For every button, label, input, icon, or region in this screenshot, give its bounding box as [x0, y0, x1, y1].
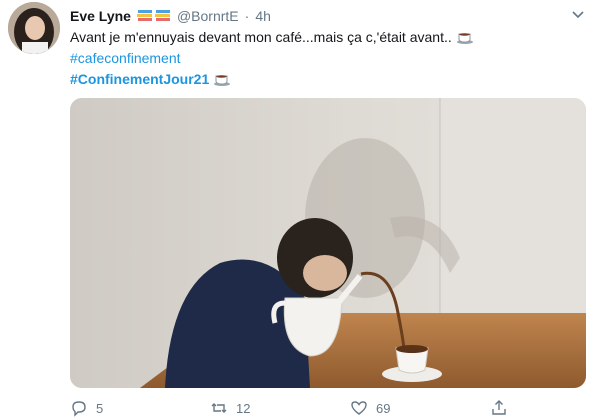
book-stack-emoji-icon	[136, 10, 152, 21]
tweet-header: Eve Lyne @BornrtE · 4h	[70, 6, 588, 26]
reply-button[interactable]: 5	[70, 399, 210, 417]
tweet-text: Avant je m'ennuyais devant mon café...ma…	[70, 29, 452, 45]
reply-icon	[72, 401, 86, 417]
hashtag-confinementjour21[interactable]: #ConfinementJour21	[70, 71, 209, 87]
coffee-emoji-icon	[214, 75, 231, 86]
avatar[interactable]	[8, 2, 60, 54]
separator: ·	[244, 8, 250, 24]
retweet-count: 12	[236, 400, 251, 416]
retweet-button[interactable]: 12	[210, 399, 350, 417]
timestamp[interactable]: 4h	[255, 8, 271, 24]
reply-count: 5	[96, 400, 104, 416]
tweet-photo[interactable]	[70, 98, 586, 388]
tweet-text-line: Avant je m'ennuyais devant mon café...ma…	[70, 27, 474, 47]
book-stack-emoji-icon	[154, 10, 170, 21]
like-button[interactable]: 69	[350, 399, 490, 417]
chevron-down-icon[interactable]	[570, 6, 586, 22]
avatar-photo	[8, 2, 60, 54]
action-bar: 5 12 69	[70, 398, 530, 418]
author-name[interactable]: Eve Lyne	[70, 8, 131, 24]
photo-man-pouring-coffee	[70, 98, 586, 388]
heart-icon	[351, 401, 367, 415]
share-button[interactable]	[490, 399, 530, 417]
name-badges	[136, 9, 171, 23]
retweet-icon	[211, 403, 227, 413]
like-count: 69	[376, 400, 391, 416]
hashtag-line-2: #ConfinementJour21	[70, 69, 231, 89]
hashtag-cafeconfinement[interactable]: #cafeconfinement	[70, 48, 181, 68]
share-icon	[492, 400, 506, 415]
coffee-emoji-icon	[456, 33, 473, 44]
handle[interactable]: @BornrtE	[177, 8, 239, 24]
